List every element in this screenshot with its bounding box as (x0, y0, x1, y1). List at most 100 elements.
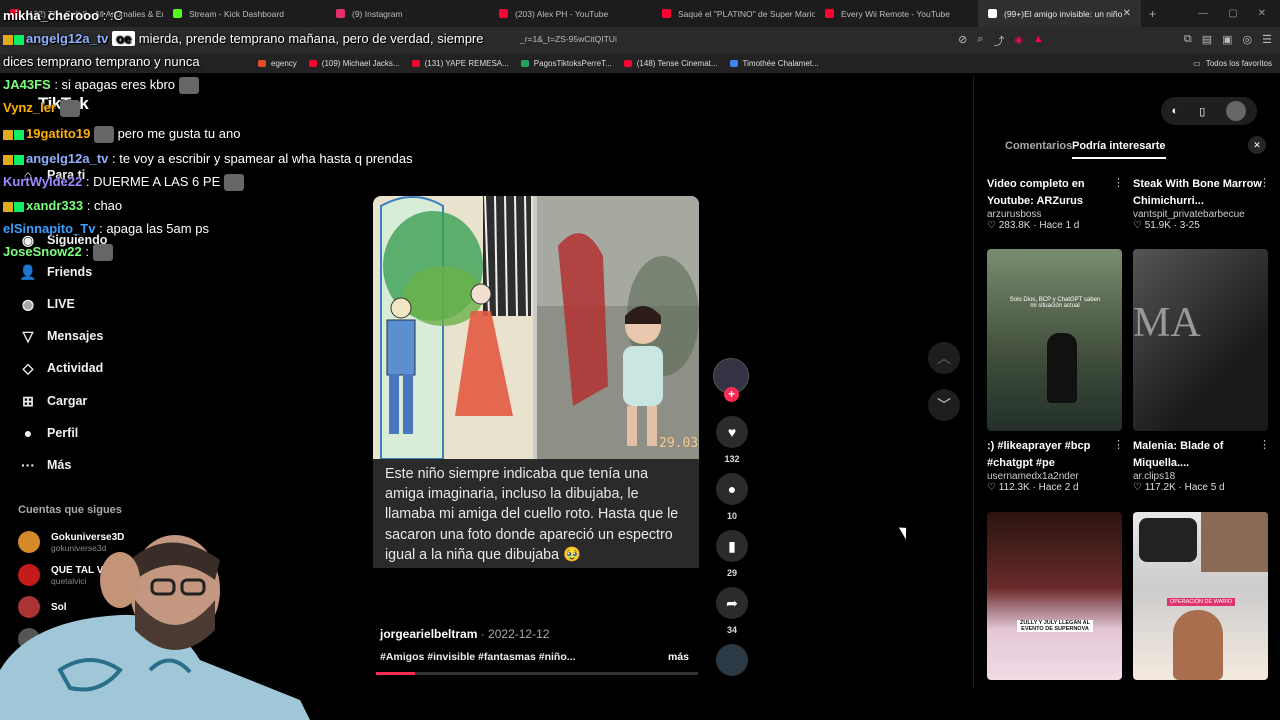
card-user[interactable]: arzurusboss (987, 209, 1122, 220)
menu-icon[interactable]: ☰ (1262, 33, 1272, 49)
thumbnail-caption: OPERACIÓN DE WARIO (1167, 598, 1236, 606)
card-3[interactable]: :) #likeaprayer #bcp #chatgpt #pe userna… (987, 438, 1122, 493)
user-avatar[interactable] (1226, 101, 1247, 121)
card-menu-icon[interactable]: ⋮ (1259, 438, 1270, 451)
brave-shield-icon[interactable]: ◈ (1014, 33, 1022, 49)
extensions-icon[interactable]: ⧉ (1184, 33, 1192, 49)
video-hashtags[interactable]: #Amigos #invisible #fantasmas #niño... (380, 651, 575, 663)
card-2[interactable]: Steak With Bone Marrow Chimichurri... va… (1133, 176, 1268, 231)
card-user[interactable]: usernamedx1a2nder (987, 471, 1122, 482)
bookmark-item[interactable]: (109) Michael Jacks... (308, 59, 400, 68)
all-bookmarks-button[interactable]: ▭ Todos los favoritos (1193, 59, 1272, 68)
tab-recommended[interactable]: Podría interesarte (1072, 140, 1166, 159)
card-menu-icon[interactable]: ⋮ (1259, 176, 1270, 189)
tab-favicon-icon (336, 9, 345, 18)
browser-tab[interactable]: Saqué el "PLATINO" de Super Mario (652, 0, 815, 27)
chat-username: JA43FS (3, 77, 51, 92)
bookmark-favicon-icon (729, 60, 738, 67)
card-1[interactable]: Video completo en Youtube: ARZurus arzur… (987, 176, 1122, 231)
url-text[interactable]: _r=1&_t=ZS-95wCitQITUi (520, 34, 617, 44)
like-action[interactable]: ♥ 132 (716, 416, 748, 464)
chevron-down-icon[interactable]: ﹀ (928, 389, 960, 421)
more-button[interactable]: más (668, 651, 689, 663)
card-menu-icon[interactable]: ⋮ (1113, 176, 1124, 189)
device-icon[interactable]: ▯ (1199, 105, 1205, 118)
minimize-icon[interactable]: — (1198, 8, 1208, 19)
all-bookmarks-label: Todos los favoritos (1205, 59, 1272, 68)
card-menu-icon[interactable]: ⋮ (1113, 438, 1124, 451)
save-count: 29 (726, 568, 737, 578)
share-action[interactable]: ➦ 34 (716, 587, 748, 635)
card-6-thumbnail[interactable]: OPERACIÓN DE WARIO (1133, 512, 1268, 680)
speed-icon[interactable]: ◐ (1172, 105, 1179, 117)
tab-comments[interactable]: Comentarios (1005, 140, 1072, 152)
tab-title: (99+)El amigo invisible: un niño (1004, 8, 1123, 19)
card-title[interactable]: :) #likeaprayer #bcp #chatgpt #pe (987, 438, 1122, 471)
chat-username: Vynz_ler (3, 100, 56, 115)
close-window-icon[interactable]: ✕ (1258, 8, 1266, 19)
tab-title: Stream - Kick Dashboard (189, 8, 284, 19)
card-1-thumbnail[interactable]: Solo Dios, BCP y ChatGPT saben mi situac… (987, 249, 1122, 431)
more-icon: ··· (21, 457, 35, 473)
browser-tab[interactable]: Stream - Kick Dashboard (163, 0, 326, 27)
share-arrow-icon[interactable]: ➦ (716, 587, 748, 619)
sidebar-item-label: Friends (47, 265, 93, 279)
music-disc-icon[interactable] (716, 644, 748, 676)
friends-icon: 👤 (19, 263, 37, 280)
sidebar-item-perfil[interactable]: ● Perfil (18, 421, 218, 445)
comment-icon[interactable]: ● (716, 473, 748, 505)
vpn-icon[interactable]: ◎ (1243, 33, 1253, 49)
sub-badge-icon (14, 154, 24, 165)
bookmark-item[interactable]: Timothée Chalamet... (729, 59, 819, 68)
bookmark-item[interactable]: (131) YAPE REMESA... (411, 59, 509, 68)
close-panel-button[interactable]: ✕ (1248, 136, 1266, 154)
sidebar-item-mensajes[interactable]: ▽ Mensajes (18, 324, 218, 348)
sidebar-item-actividad[interactable]: ◇ Actividad (18, 356, 218, 380)
sidebar-icon[interactable]: ▤ (1202, 33, 1212, 49)
new-tab-button[interactable]: + (1141, 7, 1164, 21)
card-title[interactable]: Malenia: Blade of Miquella.... (1133, 438, 1268, 471)
bookmark-item[interactable]: PagosTiktoksPerreT... (520, 59, 612, 68)
heart-icon[interactable]: ♥ (716, 416, 748, 448)
post-date: · 2022-12-12 (480, 627, 550, 641)
bookmark-item[interactable]: egency (258, 59, 297, 68)
card-5-thumbnail[interactable]: ZULLY Y JULY LLEGAN AL EVENTO DE SUPERNO… (987, 512, 1122, 680)
chat-username: JoseSnow22 (3, 244, 82, 259)
sidebar-item-live[interactable]: ◍ LIVE (18, 292, 218, 316)
dog-image (1201, 512, 1268, 572)
zoom-icon[interactable]: ⌕ (977, 33, 983, 49)
browser-tab[interactable]: (99+)El amigo invisible: un niño ✕ (978, 0, 1141, 27)
like-count: 132 (724, 454, 740, 464)
follow-plus-button[interactable]: + (724, 387, 739, 402)
share-icon[interactable]: ⤴ (993, 33, 1004, 49)
close-tab-icon[interactable]: ✕ (1123, 8, 1131, 19)
browser-tab[interactable]: (203) Alex PH - YouTube (489, 0, 652, 27)
card-title[interactable]: Steak With Bone Marrow Chimichurri... (1133, 176, 1268, 209)
maximize-icon[interactable]: ▢ (1228, 8, 1237, 19)
sidebar-item-más[interactable]: ··· Más (18, 453, 218, 477)
bookmark-item[interactable]: (148) Tense Cinemat... (623, 59, 718, 68)
sidebar-item-cargar[interactable]: ⊞ Cargar (18, 389, 218, 413)
bookmark-icon[interactable]: ▮ (716, 530, 748, 562)
browser-tab[interactable]: Every Wii Remote - YouTube (815, 0, 978, 27)
chat-message: JA43FS : si apagas eres kbro (3, 77, 199, 95)
card-user[interactable]: vantspit_privatebarbecue (1133, 209, 1268, 220)
card-title[interactable]: Video completo en Youtube: ARZurus (987, 176, 1122, 209)
comment-action[interactable]: ● 10 (716, 473, 748, 521)
video-progress-bar[interactable] (376, 672, 698, 675)
chevron-up-icon[interactable]: ︿ (928, 342, 960, 374)
author-name[interactable]: jorgearielbeltram (380, 627, 477, 641)
card-4[interactable]: Malenia: Blade of Miquella.... ar.clips1… (1133, 438, 1268, 493)
sidebar-item-friends[interactable]: 👤 Friends (18, 260, 218, 284)
crown-badge-icon (3, 129, 13, 140)
wallet-icon[interactable]: ▣ (1222, 33, 1232, 49)
card-2-thumbnail[interactable]: MA (1133, 249, 1268, 431)
browser-tab[interactable]: (9) Instagram (326, 0, 489, 27)
chat-text: mierda, prende temprano mañana, pero de … (138, 31, 484, 46)
sidebar-item-label: Perfil (47, 426, 79, 440)
rewards-icon[interactable]: ▲ (1033, 33, 1044, 49)
mute-icon[interactable]: ⊘ (958, 33, 967, 49)
card-user[interactable]: ar.clips18 (1133, 471, 1268, 482)
video-author[interactable]: jorgearielbeltram · 2022-12-12 (380, 627, 549, 641)
save-action[interactable]: ▮ 29 (716, 530, 748, 578)
